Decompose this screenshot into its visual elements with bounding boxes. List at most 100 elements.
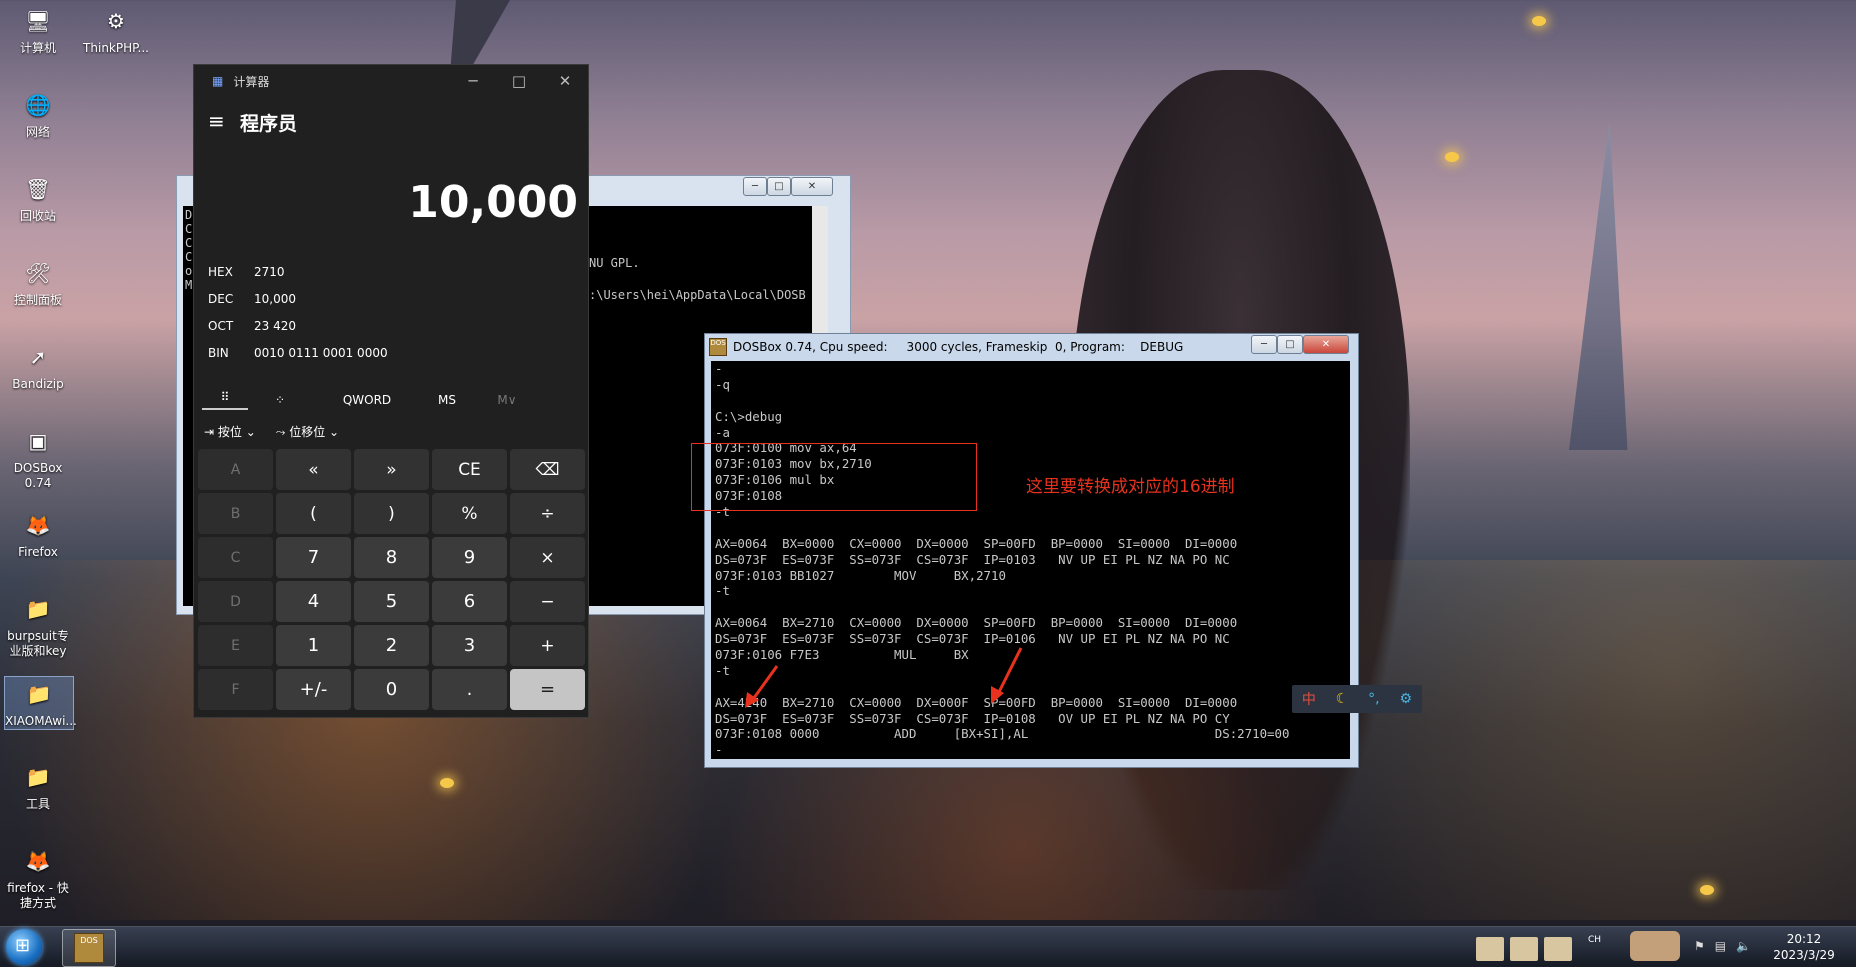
terminal-line: DS=073F ES=073F SS=073F CS=073F IP=0108 … <box>715 710 1230 726</box>
base-name: OCT <box>208 319 234 333</box>
terminal-line: -t <box>715 662 730 678</box>
key-button[interactable]: + <box>510 625 585 666</box>
gear-icon[interactable]: ⚙ <box>1399 691 1412 707</box>
punctuation-icon[interactable]: °, <box>1368 691 1379 707</box>
desktop-icon[interactable]: ➚ Bandizip <box>4 340 72 392</box>
key-button[interactable]: A <box>198 449 273 490</box>
desktop-icon[interactable]: 📁 burpsuit专业版和key <box>4 592 72 659</box>
maximize-button[interactable]: □ <box>767 177 791 196</box>
bitwise-dropdown[interactable]: ⇥ 按位 ⌄ <box>204 423 256 440</box>
key-button[interactable]: 0 <box>354 669 429 710</box>
calculator-window[interactable]: ▦ 计算器 ─ □ ✕ ≡ 程序员 10,000 HEX 2710 DEC 10,00… <box>193 64 589 718</box>
console-text-license: NU GPL. <box>589 256 640 270</box>
base-row-oct[interactable]: OCT 23 420 <box>208 319 296 333</box>
desktop-icon[interactable]: ⚙ ThinkPHP... <box>82 4 150 56</box>
maximize-button[interactable]: □ <box>496 65 542 97</box>
terminal-line: -a <box>715 424 730 440</box>
key-button[interactable]: 3 <box>432 625 507 666</box>
tray-mascot-icon[interactable] <box>1630 931 1680 961</box>
chevron-down-icon: ⌄ <box>329 425 340 439</box>
volume-icon[interactable]: 🔈 <box>1736 939 1751 953</box>
memory-view-button[interactable]: M∨ <box>472 393 542 407</box>
window-title: 计算器 <box>233 74 270 89</box>
key-button[interactable]: C <box>198 537 273 578</box>
key-button[interactable]: » <box>354 449 429 490</box>
base-row-dec[interactable]: DEC 10,000 <box>208 292 296 306</box>
ime-lang-button[interactable]: 中 <box>1302 689 1316 709</box>
key-button[interactable]: 8 <box>354 537 429 578</box>
tray-app-icon[interactable] <box>1476 937 1504 961</box>
tray-app-icon[interactable] <box>1544 937 1572 961</box>
desktop-icon[interactable]: 🛠 控制面板 <box>4 256 72 308</box>
key-button[interactable]: F <box>198 669 273 710</box>
word-size-button[interactable]: QWORD <box>312 393 422 407</box>
key-button[interactable]: ( <box>276 493 351 534</box>
key-button[interactable]: % <box>432 493 507 534</box>
flag-icon[interactable]: ⚑ <box>1694 939 1705 953</box>
close-button[interactable]: ✕ <box>791 177 833 196</box>
key-button[interactable]: ) <box>354 493 429 534</box>
key-button[interactable]: B <box>198 493 273 534</box>
desktop-icon[interactable]: 🗑 回收站 <box>4 172 72 224</box>
bit-toggle-keypad-icon[interactable]: ⁘ <box>248 393 312 407</box>
key-button[interactable]: 5 <box>354 581 429 622</box>
taskbar-dosbox-button[interactable]: DOS <box>62 929 116 967</box>
desktop-icon[interactable]: 🌐 网络 <box>4 88 72 140</box>
memory-store-button[interactable]: MS <box>422 393 472 407</box>
terminal-line: -t <box>715 583 730 599</box>
ime-toolbar[interactable]: 中 ☾ °, ⚙ <box>1292 685 1422 713</box>
key-button[interactable]: 4 <box>276 581 351 622</box>
start-button[interactable]: ⊞ <box>6 929 42 965</box>
moon-icon[interactable]: ☾ <box>1336 691 1349 707</box>
key-button[interactable]: E <box>198 625 273 666</box>
key-button[interactable]: 2 <box>354 625 429 666</box>
maximize-button[interactable]: □ <box>1277 335 1303 354</box>
annotation-text: 这里要转换成对应的16进制 <box>1026 477 1235 497</box>
key-button[interactable]: ÷ <box>510 493 585 534</box>
base-row-bin[interactable]: BIN 0010 0111 0001 0000 <box>208 346 388 360</box>
network-icon[interactable]: ▤ <box>1715 939 1726 953</box>
terminal-output[interactable]: - -q C:\>debug -a 073F:0100 mov ax,64 073F:01… <box>711 361 1350 759</box>
close-button[interactable]: ✕ <box>1303 335 1349 354</box>
key-button[interactable]: +/- <box>276 669 351 710</box>
desktop-icon-label: XIAOMAwi... <box>5 714 77 728</box>
key-button[interactable]: = <box>510 669 585 710</box>
terminal-line: DS=073F ES=073F SS=073F CS=073F IP=0103 … <box>715 551 1230 567</box>
dosbox-window[interactable]: DOS DOSBox 0.74, Cpu speed: 3000 cycles,… <box>691 333 1359 768</box>
key-button[interactable]: . <box>432 669 507 710</box>
title-bar[interactable]: DOS DOSBox 0.74, Cpu speed: 3000 cycles,… <box>709 338 1183 356</box>
desktop-icon[interactable]: 🦊 firefox - 快捷方式 <box>4 844 72 911</box>
console-text-path: :\Users\hei\AppData\Local\DOSB <box>589 288 806 302</box>
minimize-button[interactable]: ─ <box>743 177 767 196</box>
base-row-hex[interactable]: HEX 2710 <box>208 265 285 279</box>
background-spire <box>1569 120 1628 450</box>
minimize-button[interactable]: ─ <box>1251 335 1277 354</box>
calc-toolbar: ⠿ ⁘ QWORD MS M∨ <box>202 383 582 417</box>
key-button[interactable]: D <box>198 581 273 622</box>
desktop-icon[interactable]: ▣ DOSBox 0.74 <box>4 424 72 491</box>
desktop-icon[interactable]: 🦊 Firefox <box>4 508 72 560</box>
desktop-icon-label: Firefox <box>18 545 58 559</box>
minimize-button[interactable]: ─ <box>450 65 496 97</box>
full-keypad-icon[interactable]: ⠿ <box>202 390 248 410</box>
desktop-icon[interactable]: 📁 XIAOMAwi... <box>4 676 77 730</box>
key-button[interactable]: 6 <box>432 581 507 622</box>
key-button[interactable]: 7 <box>276 537 351 578</box>
desktop-icon[interactable]: 🖥 计算机 <box>4 4 72 56</box>
key-button[interactable]: × <box>510 537 585 578</box>
desktop-icon[interactable]: 📁 工具 <box>4 760 72 812</box>
close-button[interactable]: ✕ <box>542 65 588 97</box>
tray-app-icon[interactable] <box>1510 937 1538 961</box>
key-button[interactable]: 1 <box>276 625 351 666</box>
key-button[interactable]: − <box>510 581 585 622</box>
bitshift-dropdown[interactable]: ⤳ 位移位 ⌄ <box>276 423 339 440</box>
app-icon: ⚙ <box>107 8 125 33</box>
key-button[interactable]: « <box>276 449 351 490</box>
key-button[interactable]: CE <box>432 449 507 490</box>
tray-lang[interactable]: CH <box>1588 935 1601 945</box>
key-button[interactable]: 9 <box>432 537 507 578</box>
hamburger-menu-icon[interactable]: ≡ <box>208 109 225 133</box>
clock[interactable]: 20:12 2023/3/29 <box>1768 931 1840 963</box>
clock-date: 2023/3/29 <box>1773 948 1835 962</box>
key-button[interactable]: ⌫ <box>510 449 585 490</box>
